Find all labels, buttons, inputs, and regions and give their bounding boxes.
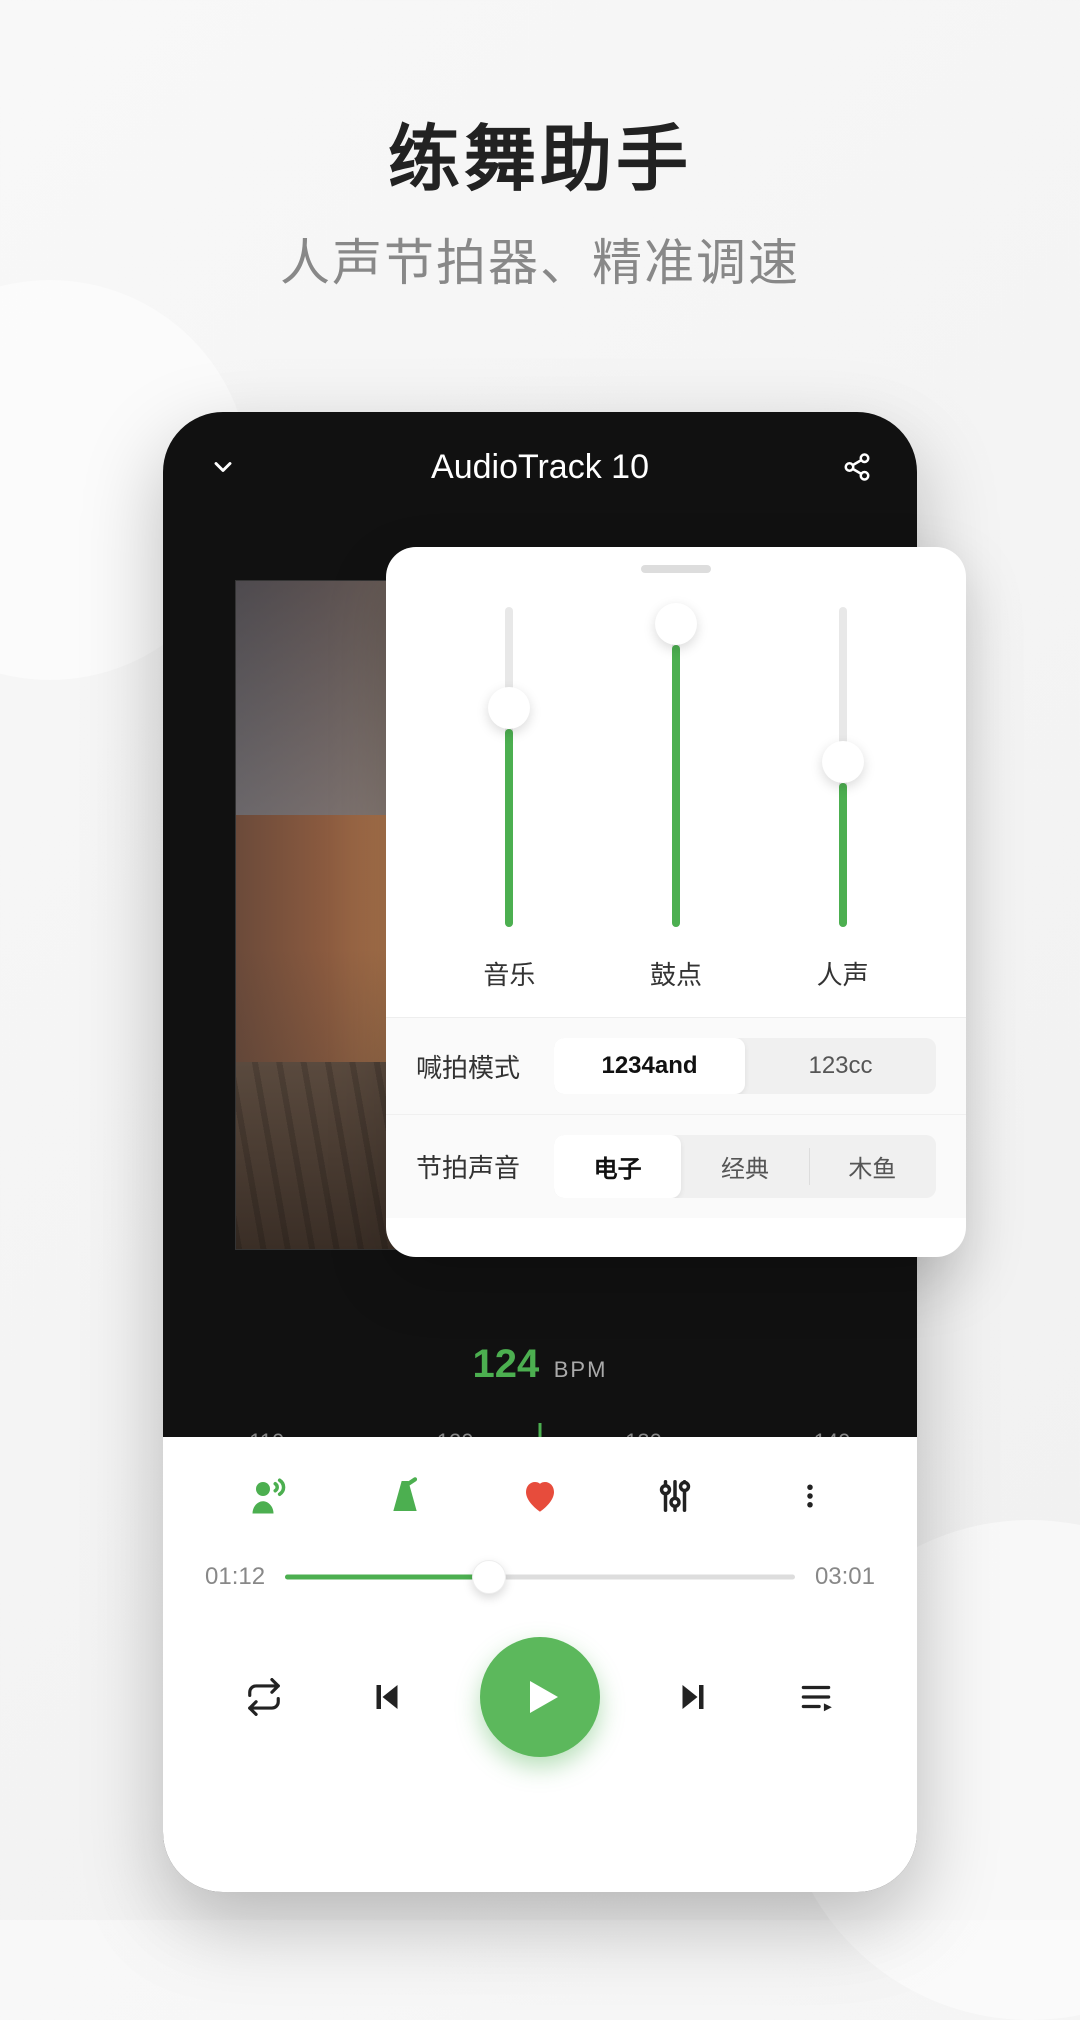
segment-option[interactable]: 经典 xyxy=(681,1135,808,1198)
slider-label: 鼓点 xyxy=(650,955,702,992)
mixer-options: 喊拍模式 1234and123cc 节拍声音电子经典木鱼 xyxy=(386,1017,966,1218)
hero-title: 练舞助手 xyxy=(0,100,1080,205)
segment-option[interactable]: 木鱼 xyxy=(809,1135,936,1198)
mixer-row: 节拍声音电子经典木鱼 xyxy=(386,1114,966,1218)
heart-icon[interactable] xyxy=(513,1469,567,1523)
more-icon[interactable] xyxy=(783,1469,837,1523)
track-title: AudioTrack 10 xyxy=(431,448,649,487)
progress-slider[interactable] xyxy=(285,1557,795,1597)
share-icon[interactable] xyxy=(837,447,877,487)
feature-row xyxy=(163,1437,917,1533)
segmented-control: 1234and123cc xyxy=(554,1038,936,1094)
transport-row xyxy=(163,1597,917,1757)
segment-option[interactable]: 电子 xyxy=(554,1135,681,1198)
segmented-control: 电子经典木鱼 xyxy=(554,1135,936,1198)
chevron-down-icon[interactable] xyxy=(203,447,243,487)
prev-icon[interactable] xyxy=(357,1667,417,1727)
drag-handle-icon[interactable] xyxy=(641,565,711,573)
queue-icon[interactable] xyxy=(786,1667,846,1727)
volume-slider[interactable]: 音乐 xyxy=(426,607,593,1017)
mixer-panel: 音乐 鼓点 人声 喊拍模式 1234and123cc 节拍声音电子经典木鱼 xyxy=(386,547,966,1257)
segment-option[interactable]: 123cc xyxy=(745,1038,936,1094)
time-current: 01:12 xyxy=(205,1563,265,1591)
repeat-icon[interactable] xyxy=(234,1667,294,1727)
voice-icon[interactable] xyxy=(243,1469,297,1523)
volume-slider[interactable]: 人声 xyxy=(759,607,926,1017)
player-controls: 01:12 03:01 xyxy=(163,1437,917,1892)
bpm-value: 124 xyxy=(473,1342,540,1386)
mixer-row-label: 节拍声音 xyxy=(416,1148,536,1185)
segment-option[interactable]: 1234and xyxy=(554,1038,745,1094)
play-button[interactable] xyxy=(480,1637,600,1757)
volume-slider[interactable]: 鼓点 xyxy=(593,607,760,1017)
time-total: 03:01 xyxy=(815,1563,875,1591)
mixer-row-label: 喊拍模式 xyxy=(416,1048,536,1085)
hero-subtitle: 人声节拍器、精准调速 xyxy=(0,223,1080,295)
mixer-row: 喊拍模式 1234and123cc xyxy=(386,1018,966,1114)
slider-label: 人声 xyxy=(817,955,869,992)
tune-icon[interactable] xyxy=(648,1469,702,1523)
bpm-unit: BPM xyxy=(554,1357,608,1382)
metronome-icon[interactable] xyxy=(378,1469,432,1523)
slider-label: 音乐 xyxy=(483,955,535,992)
slider-group: 音乐 鼓点 人声 xyxy=(386,547,966,1017)
player-header: AudioTrack 10 xyxy=(163,412,917,522)
progress-row: 01:12 03:01 xyxy=(163,1533,917,1597)
next-icon[interactable] xyxy=(663,1667,723,1727)
hero: 练舞助手 人声节拍器、精准调速 xyxy=(0,0,1080,295)
